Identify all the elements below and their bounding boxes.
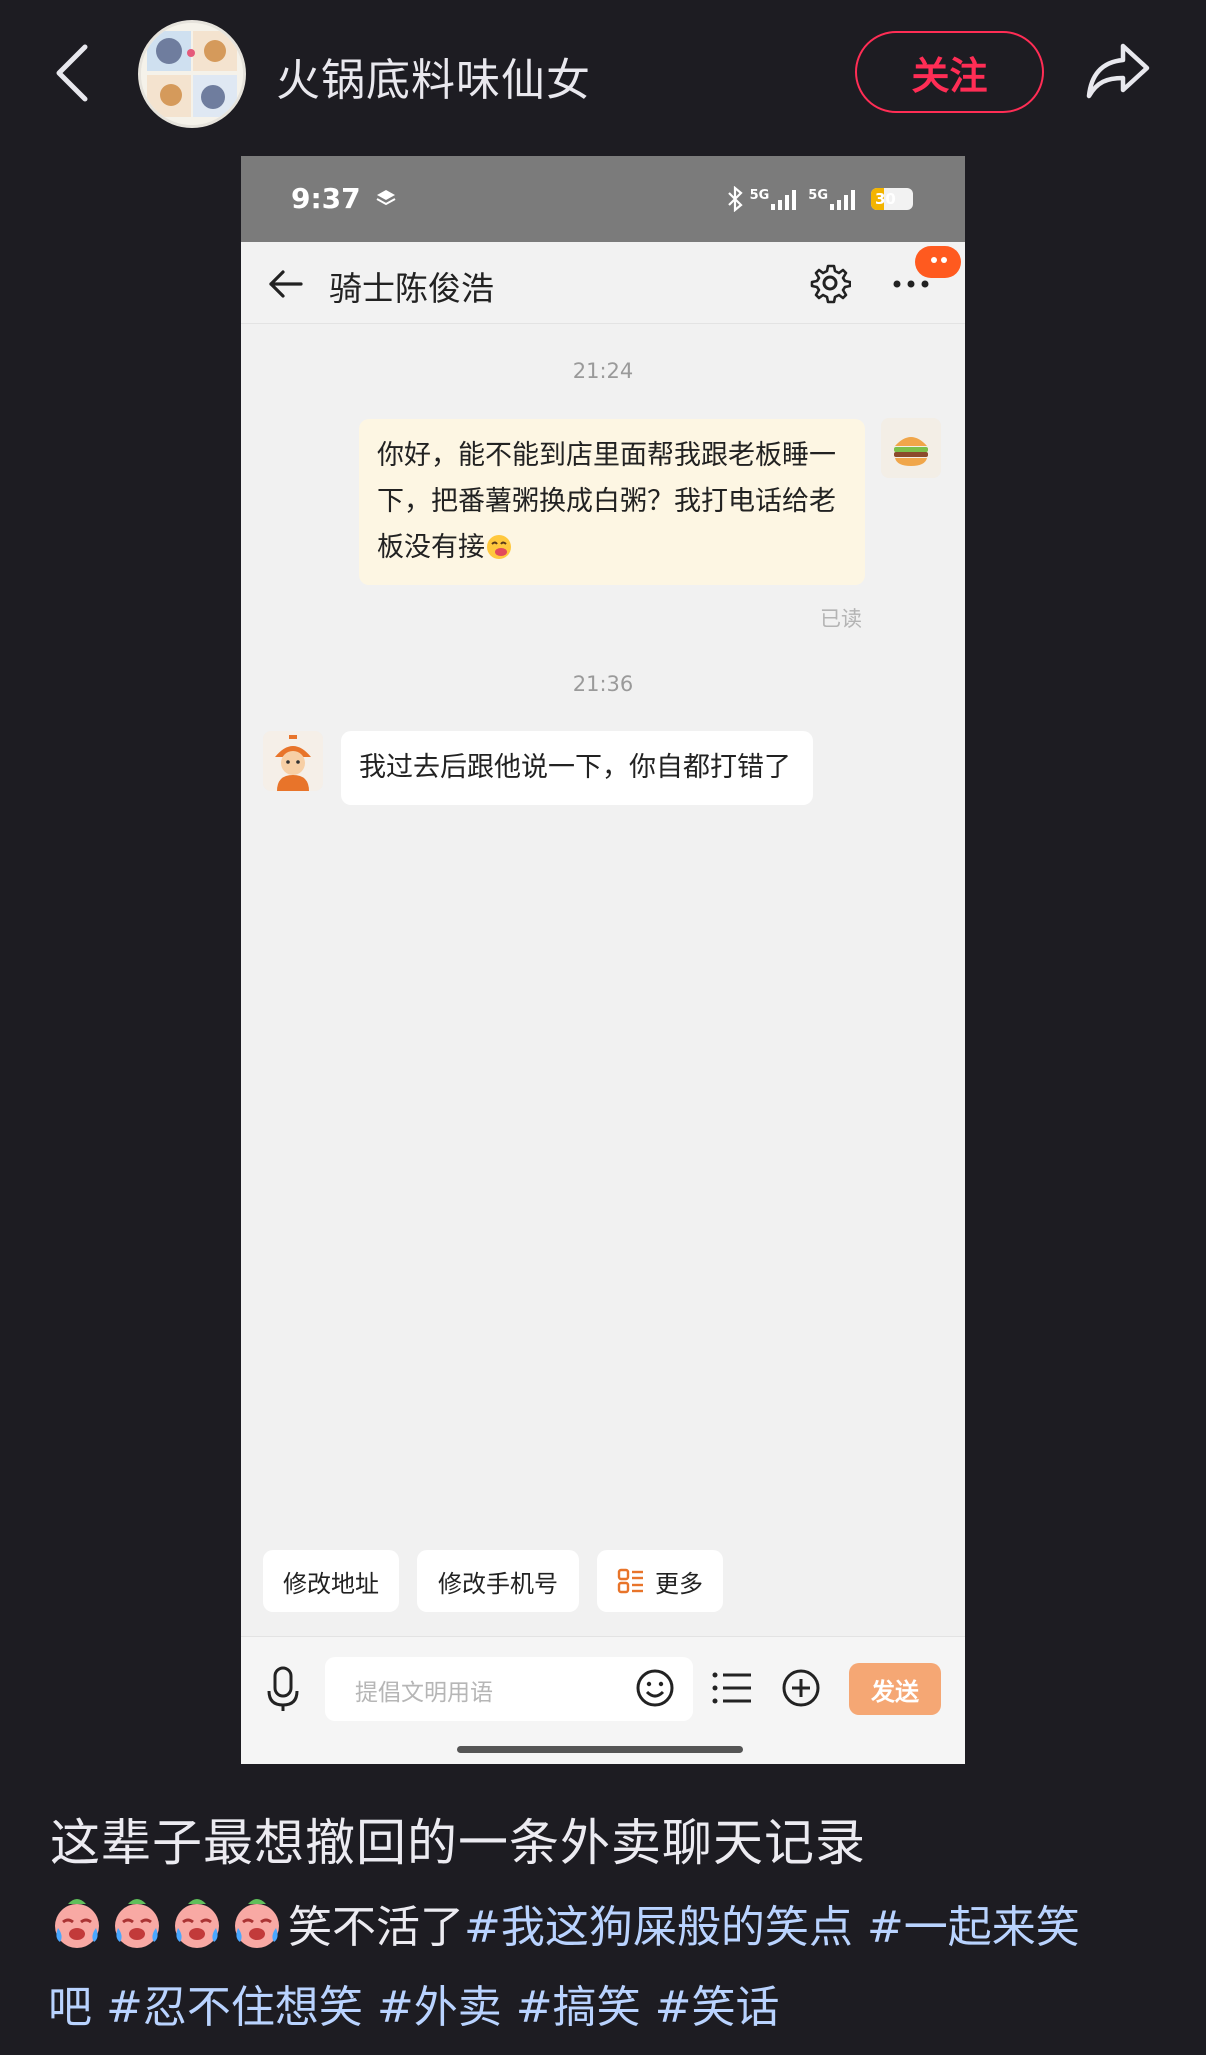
message-input-bar: 提倡文明用语 发送	[241, 1636, 965, 1764]
hashtag-link-continued[interactable]: 吧	[48, 1982, 92, 2033]
microphone-icon[interactable]	[263, 1665, 303, 1713]
author-name[interactable]: 火锅底料味仙女	[276, 44, 591, 108]
rider-avatar[interactable]	[263, 731, 323, 791]
menu-grid-icon	[617, 1568, 643, 1594]
emoji-smile-icon[interactable]	[635, 1668, 675, 1708]
signal-bars-icon	[771, 188, 797, 210]
hashtag-link[interactable]: #笑话	[655, 1982, 780, 2033]
signal-bars-icon	[830, 188, 855, 210]
user-avatar[interactable]	[881, 418, 941, 478]
battery-icon: 30	[871, 188, 913, 210]
list-icon[interactable]	[711, 1670, 753, 1706]
rider-cartoon-icon	[263, 731, 323, 791]
message-bubble-sent[interactable]: 你好，能不能到店里面帮我跟老板睡一下，把番薯粥换成白粥？我打电话给老板没有接	[359, 419, 865, 585]
share-arrow-icon	[1086, 43, 1150, 99]
layers-icon	[376, 190, 396, 206]
message-input-placeholder: 提倡文明用语	[355, 1680, 493, 1706]
crying-laughing-emoji-icon	[55, 1899, 99, 1948]
cartoon-avatar-icon	[141, 23, 243, 125]
share-button[interactable]	[1082, 34, 1154, 106]
post-title: 这辈子最想撤回的一条外卖聊天记录	[50, 1814, 866, 1872]
hashtag-link[interactable]: #忍不住想笑	[106, 1982, 363, 2033]
quick-action-edit-phone[interactable]: 修改手机号	[417, 1550, 579, 1612]
chat-screenshot-image[interactable]: 9:37 5G 5G 30 骑士陈俊浩 21:24 你好，能不能到店里面帮我跟老…	[241, 156, 965, 1764]
hashtag-link[interactable]: #搞笑	[516, 1982, 641, 2033]
post-description: 笑不活了#我这狗屎般的笑点 #一起来笑吧 #忍不住想笑 #外卖 #搞笑 #笑话	[48, 1888, 1158, 2048]
burger-icon	[881, 418, 941, 478]
tongue-out-emoji-icon	[487, 535, 511, 559]
bluetooth-icon	[727, 186, 743, 212]
message-bubble-received[interactable]: 我过去后跟他说一下，你自都打错了	[341, 731, 813, 805]
back-arrow-icon[interactable]	[265, 264, 305, 304]
crying-laughing-emoji-icon	[175, 1899, 219, 1948]
author-avatar[interactable]	[138, 20, 246, 128]
notification-badge	[915, 246, 961, 278]
gear-icon[interactable]	[809, 262, 851, 304]
follow-button[interactable]: 关注	[855, 31, 1044, 113]
read-receipt: 已读	[820, 607, 862, 631]
message-timestamp: 21:24	[572, 359, 634, 383]
message-timestamp: 21:36	[572, 672, 634, 696]
quick-action-more[interactable]: 更多	[597, 1550, 723, 1612]
crying-laughing-emoji-icon	[235, 1899, 279, 1948]
quick-action-edit-address[interactable]: 修改地址	[263, 1550, 399, 1612]
back-button[interactable]	[50, 38, 94, 108]
hashtag-link[interactable]: #外卖	[377, 1982, 502, 2033]
network-label-2: 5G	[808, 188, 828, 203]
hashtag-link[interactable]: #我这狗屎般的笑点	[464, 1902, 853, 1953]
status-bar: 9:37 5G 5G 30	[241, 156, 965, 242]
plus-circle-icon[interactable]	[781, 1668, 821, 1708]
battery-level-text: 30	[875, 190, 896, 208]
message-text: 你好，能不能到店里面帮我跟老板睡一下，把番薯粥换成白粥？我打电话给老板没有接	[377, 440, 836, 563]
hashtag-link[interactable]: #一起来笑	[867, 1902, 1080, 1953]
top-bar: 火锅底料味仙女 关注	[0, 0, 1206, 145]
back-arrow-icon	[56, 44, 88, 102]
send-button[interactable]: 发送	[849, 1663, 941, 1715]
crying-laughing-emoji-icon	[115, 1899, 159, 1948]
chat-nav-bar: 骑士陈俊浩	[241, 242, 965, 324]
network-label-1: 5G	[749, 188, 770, 203]
message-text: 我过去后跟他说一下，你自都打错了	[359, 752, 791, 783]
status-icons: 5G 5G 30	[726, 186, 913, 212]
post-desc-text: 笑不活了	[288, 1902, 464, 1953]
home-indicator	[457, 1746, 743, 1753]
chat-title: 骑士陈俊浩	[329, 269, 494, 308]
status-time: 9:37	[291, 182, 396, 215]
